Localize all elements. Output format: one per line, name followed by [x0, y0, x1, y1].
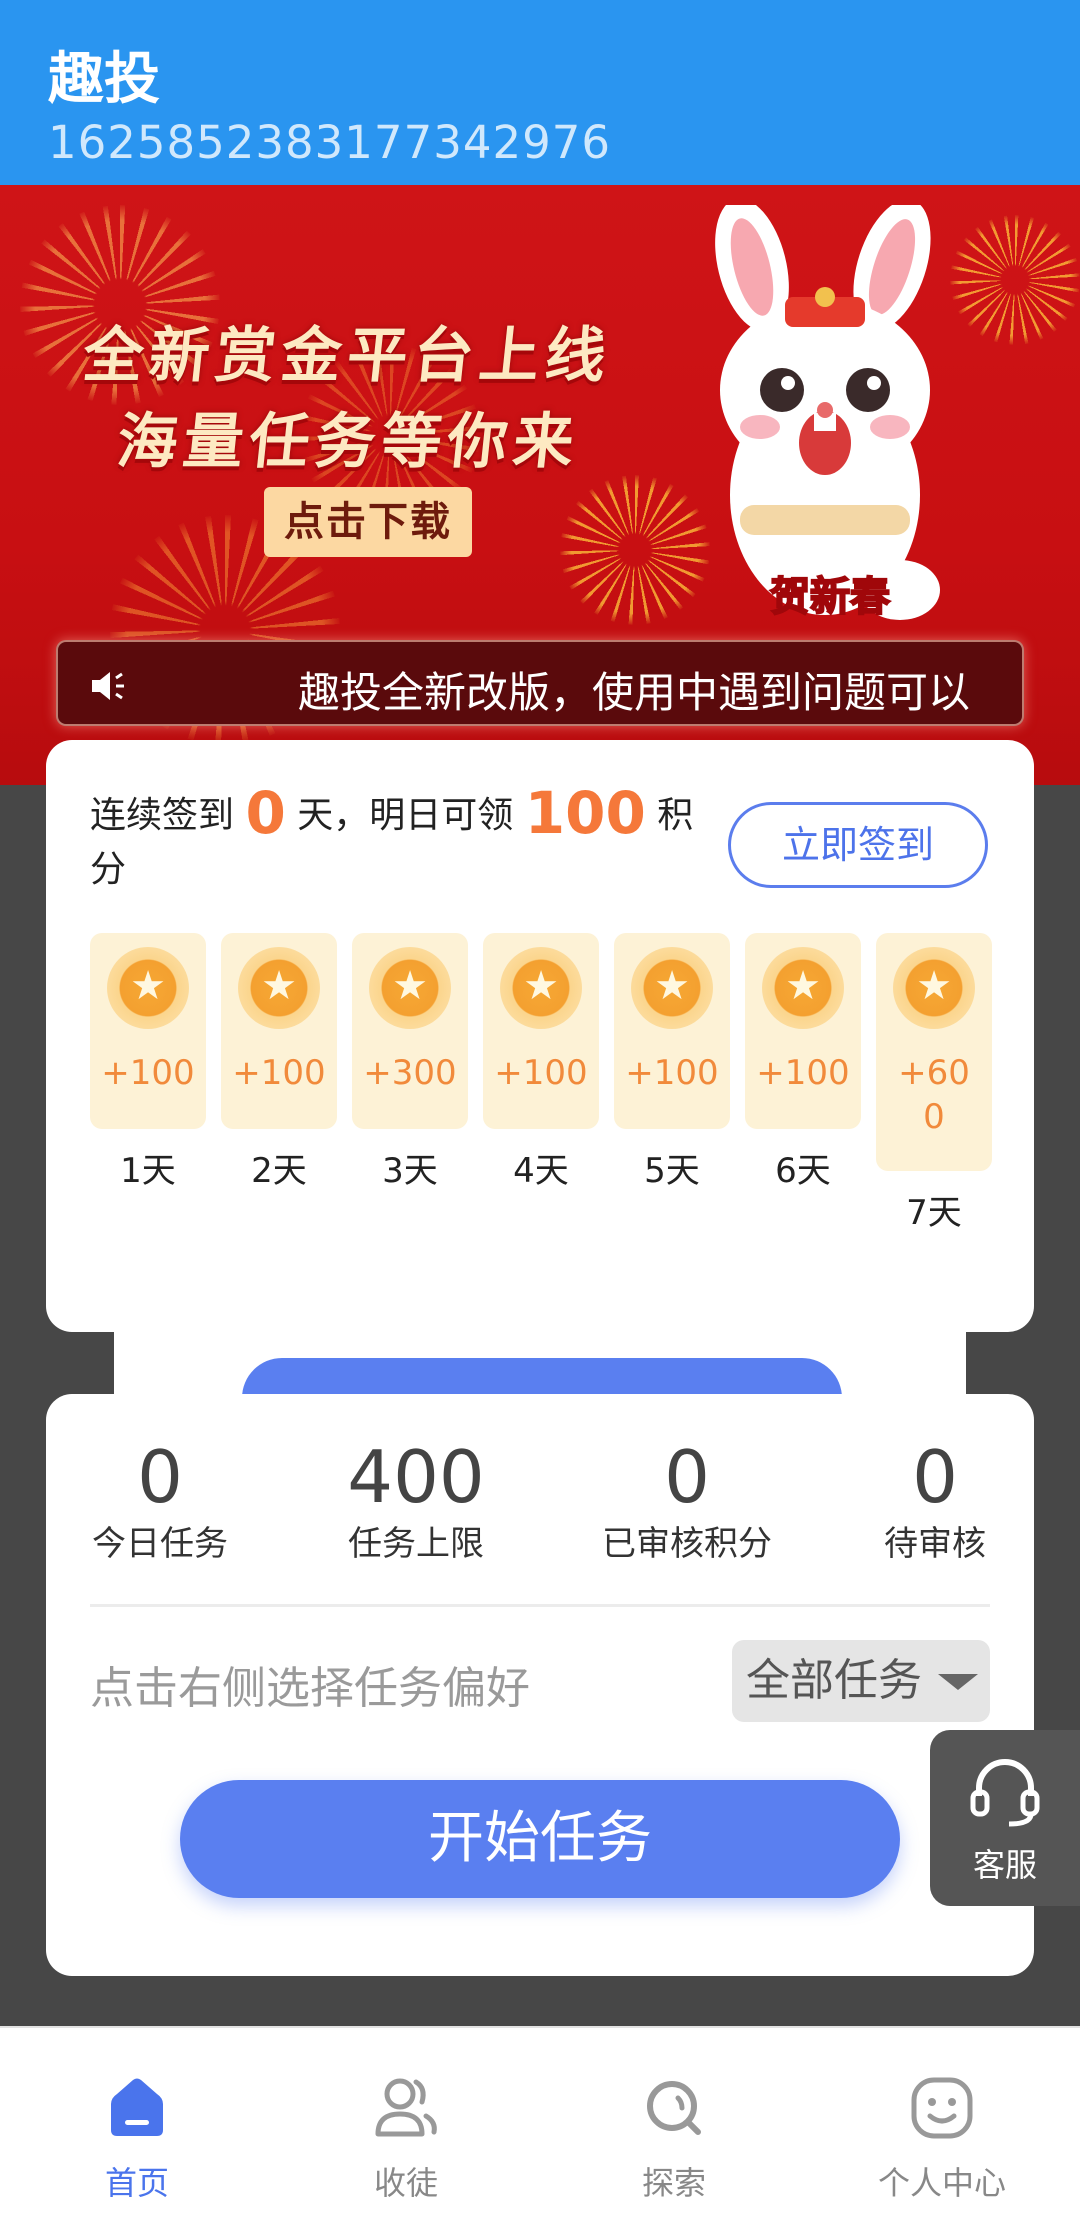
- coin-star-icon: ★: [631, 947, 713, 1029]
- signin-day: ★ +100 2天: [221, 933, 337, 1192]
- signin-card: 连续签到 0 天，明日可领 100 积分 立即签到 ★ +100 1天 ★ +100…: [46, 740, 1034, 1332]
- task-preference-hint: 点击右侧选择任务偏好: [90, 1663, 530, 1714]
- stat-today-tasks: 0 今日任务: [92, 1435, 228, 1564]
- notice-marquee[interactable]: 趣投全新改版，使用中遇到问题可以: [56, 640, 1024, 726]
- signin-button[interactable]: 立即签到: [728, 802, 988, 888]
- signin-middle-text: 天，明日可领: [297, 795, 514, 836]
- banner-badge: 贺新春: [770, 573, 890, 620]
- headset-icon: [970, 1759, 1040, 1827]
- app-title: 趣投: [48, 47, 160, 112]
- signin-day: ★ +100 6天: [745, 933, 861, 1192]
- search-icon: [647, 2081, 701, 2135]
- stat-task-limit: 400 任务上限: [347, 1435, 485, 1564]
- signin-day: ★ +100 4天: [483, 933, 599, 1192]
- user-id: 1625852383177342976: [48, 116, 611, 169]
- signin-tomorrow-points: 100: [524, 779, 646, 847]
- tab-home[interactable]: 首页: [37, 2068, 237, 2204]
- signin-summary: 连续签到 0 天，明日可领 100 积分: [90, 784, 710, 897]
- customer-service-button[interactable]: 客服: [930, 1730, 1080, 1906]
- rabbit-mascot-illustration: 贺新春: [715, 205, 940, 621]
- promo-banner[interactable]: 全新赏金平台上线 海量任务等你来 点击下载 贺新春 趣投全新改版，使用中遇到问题…: [0, 185, 1080, 785]
- customer-service-label: 客服: [972, 1846, 1037, 1884]
- divider: [90, 1604, 990, 1607]
- app-header: 趣投 1625852383177342976: [0, 0, 1080, 185]
- coin-star-icon: ★: [500, 947, 582, 1029]
- hidden-card-peek: [114, 1330, 966, 1438]
- tab-explore[interactable]: 探索: [574, 2068, 774, 2204]
- coin-star-icon: ★: [369, 947, 451, 1029]
- signin-streak-count: 0: [245, 779, 286, 847]
- speaker-icon: [92, 672, 124, 700]
- tab-profile[interactable]: 个人中心: [842, 2068, 1042, 2204]
- banner-subheadline: 海量任务等你来: [113, 407, 584, 477]
- banner-download-button[interactable]: 点击下载: [264, 487, 472, 557]
- stat-pending-review: 0 待审核: [884, 1435, 986, 1564]
- coin-star-icon: ★: [238, 947, 320, 1029]
- signin-prefix: 连续签到: [90, 795, 235, 836]
- start-task-button[interactable]: 开始任务: [180, 1780, 900, 1898]
- home-icon: [111, 2078, 163, 2136]
- tab-apprentice[interactable]: 收徒: [306, 2068, 506, 2204]
- coin-star-icon: ★: [893, 947, 975, 1029]
- task-stats-card: 0 今日任务 400 任务上限 0 已审核积分 0 待审核 点击右侧选择任务偏好…: [46, 1394, 1034, 1976]
- signin-day: ★ +100 5天: [614, 933, 730, 1192]
- caret-down-icon: [938, 1674, 978, 1690]
- bottom-tab-bar: 首页 收徒 探索 个人中心: [0, 2026, 1080, 2236]
- users-icon: [375, 2078, 437, 2137]
- coin-star-icon: ★: [762, 947, 844, 1029]
- banner-headline: 全新赏金平台上线: [79, 321, 616, 391]
- task-preference-select[interactable]: 全部任务: [732, 1640, 990, 1722]
- signin-day: ★ +300 3天: [352, 933, 468, 1192]
- face-icon: [911, 2077, 973, 2139]
- coin-star-icon: ★: [107, 947, 189, 1029]
- signin-day: ★ +100 1天: [90, 933, 206, 1192]
- notice-text: 趣投全新改版，使用中遇到问题可以: [298, 668, 971, 717]
- signin-day: ★ +600 7天: [876, 933, 992, 1234]
- stat-approved-points: 0 已审核积分: [602, 1435, 772, 1564]
